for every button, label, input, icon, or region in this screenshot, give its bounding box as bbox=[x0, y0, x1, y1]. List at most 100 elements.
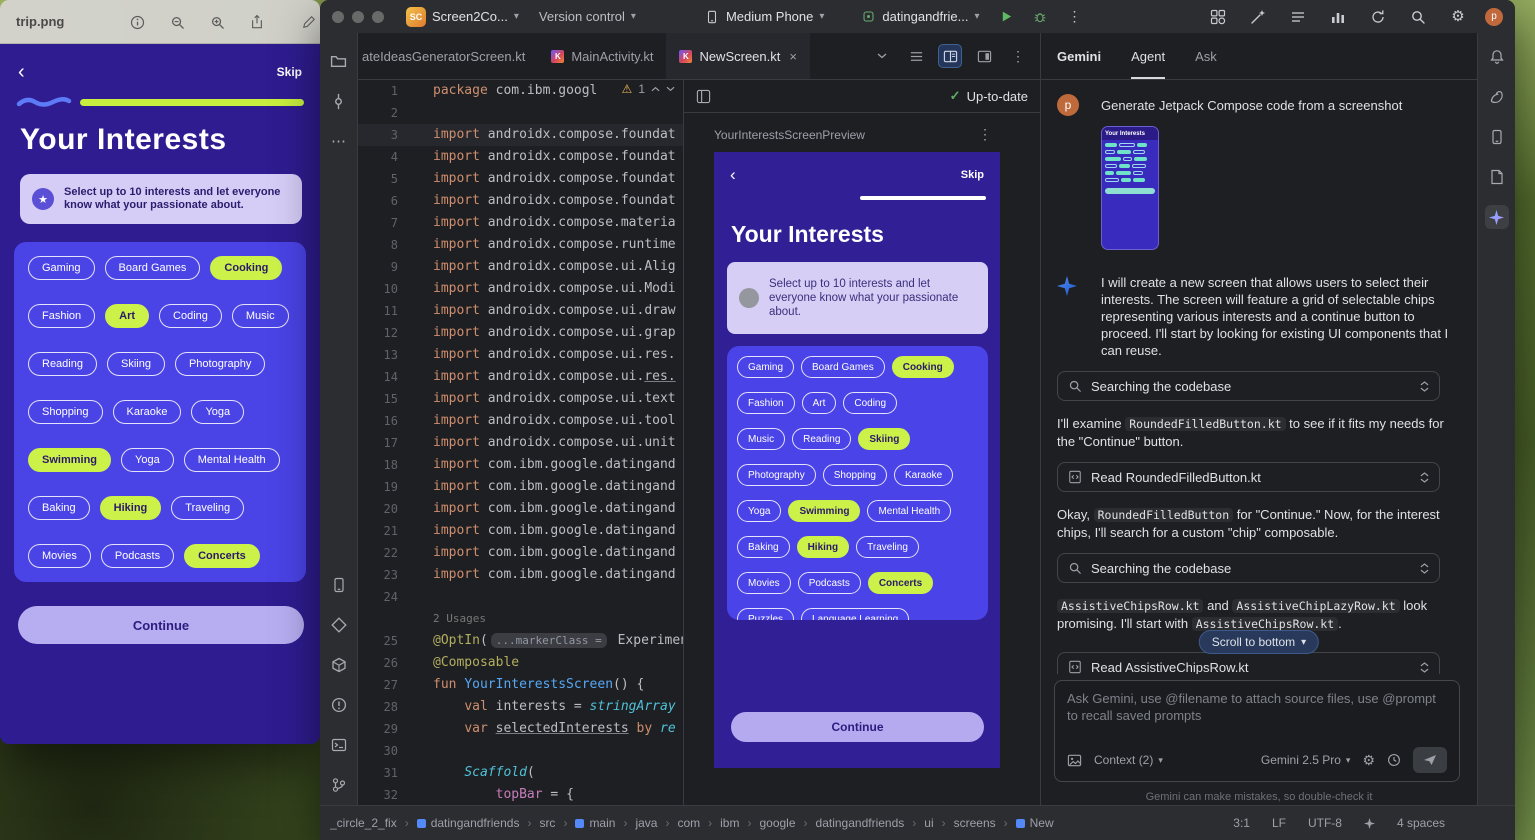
gemini-chat[interactable]: p Generate Jetpack Compose code from a s… bbox=[1041, 80, 1477, 674]
indent-setting[interactable]: 4 spaces bbox=[1397, 816, 1445, 830]
interest-chip: Karaoke bbox=[113, 400, 182, 424]
breadcrumb-item[interactable]: _circle_2_fix bbox=[330, 816, 417, 830]
compose-tools-icon[interactable] bbox=[1205, 5, 1231, 29]
split-editor-icon[interactable] bbox=[938, 44, 962, 68]
context-selector[interactable]: Context (2) ▾ bbox=[1094, 753, 1163, 767]
code-editor[interactable]: ⚠ 1 1package com.ibm.googl23import andro… bbox=[358, 80, 683, 805]
expand-icon[interactable] bbox=[1420, 472, 1429, 483]
tab-agent[interactable]: Agent bbox=[1131, 33, 1165, 79]
debug-button[interactable] bbox=[1027, 5, 1053, 29]
zoom-in-icon[interactable] bbox=[210, 15, 225, 30]
more-actions-icon[interactable]: ⋮ bbox=[1061, 5, 1087, 29]
file-encoding[interactable]: UTF-8 bbox=[1308, 816, 1342, 830]
expand-icon[interactable] bbox=[1420, 662, 1429, 673]
gemini-header: Gemini Agent Ask bbox=[1041, 33, 1477, 80]
user-avatar[interactable]: p bbox=[1485, 8, 1503, 26]
interest-chip: Hiking bbox=[100, 496, 162, 520]
compose-preview-canvas[interactable]: ‹ Skip Your Interests Select up to 10 in… bbox=[714, 152, 1000, 768]
device-manager-tool-icon[interactable] bbox=[1485, 125, 1509, 149]
build-tool-icon[interactable] bbox=[327, 653, 351, 677]
history-icon[interactable] bbox=[1387, 753, 1401, 767]
gradle-tool-icon[interactable] bbox=[1485, 85, 1509, 109]
progress-squiggle bbox=[16, 96, 72, 108]
vcs-widget[interactable]: Version control ▾ bbox=[533, 9, 642, 24]
close-window-button[interactable] bbox=[332, 11, 344, 23]
inspection-widget[interactable]: ⚠ 1 bbox=[620, 82, 677, 96]
tool-step-search-2[interactable]: Searching the codebase bbox=[1057, 553, 1440, 583]
caret-position[interactable]: 3:1 bbox=[1233, 816, 1250, 830]
gemini-input[interactable] bbox=[1067, 690, 1447, 730]
more-tools-icon[interactable]: ⋯ bbox=[327, 129, 351, 153]
app-insights-icon[interactable] bbox=[1325, 5, 1351, 29]
prev-issue-icon[interactable] bbox=[651, 86, 660, 92]
tab-mainactivity[interactable]: K MainActivity.kt bbox=[538, 33, 666, 79]
device-explorer-tool-icon[interactable] bbox=[1485, 165, 1509, 189]
minimize-window-button[interactable] bbox=[352, 11, 364, 23]
commit-tool-icon[interactable] bbox=[327, 89, 351, 113]
breadcrumb-item[interactable]: New bbox=[1016, 816, 1054, 830]
tool-step-read-1[interactable]: Read RoundedFilledButton.kt bbox=[1057, 462, 1440, 492]
next-issue-icon[interactable] bbox=[666, 86, 675, 92]
device-selector[interactable]: Medium Phone ▾ bbox=[698, 5, 830, 29]
breadcrumb-item[interactable]: ui bbox=[924, 816, 953, 830]
line-ending[interactable]: LF bbox=[1272, 816, 1286, 830]
tabs-dropdown-icon[interactable] bbox=[870, 44, 894, 68]
breadcrumb-item[interactable]: java bbox=[635, 816, 677, 830]
tool-step-read-2[interactable]: Read AssistiveChipsRow.kt bbox=[1057, 652, 1440, 674]
checklist-icon[interactable] bbox=[1285, 5, 1311, 29]
editor-list-icon[interactable] bbox=[904, 44, 928, 68]
breadcrumb-item[interactable]: google bbox=[759, 816, 815, 830]
scroll-to-bottom-button[interactable]: Scroll to bottom ▾ bbox=[1199, 630, 1319, 654]
model-selector[interactable]: Gemini 2.5 Pro ▾ bbox=[1261, 753, 1351, 767]
breadcrumb-item[interactable]: screens bbox=[954, 816, 1016, 830]
sync-icon[interactable] bbox=[1365, 5, 1391, 29]
zoom-window-button[interactable] bbox=[372, 11, 384, 23]
attachment-screenshot-thumbnail[interactable]: Your Interests bbox=[1101, 126, 1159, 250]
ai-actions-icon[interactable] bbox=[1245, 5, 1271, 29]
running-devices-tool-icon[interactable] bbox=[327, 573, 351, 597]
terminal-tool-icon[interactable] bbox=[327, 733, 351, 757]
preview-menu-icon[interactable]: ⋮ bbox=[978, 126, 992, 143]
git-tool-icon[interactable] bbox=[327, 773, 351, 797]
project-widget[interactable]: SC Screen2Co... ▾ bbox=[400, 7, 525, 27]
project-tool-icon[interactable] bbox=[327, 49, 351, 73]
search-icon[interactable] bbox=[1405, 5, 1431, 29]
gemini-settings-icon[interactable]: ⚙ bbox=[1362, 753, 1375, 767]
breadcrumb-item[interactable]: ibm bbox=[720, 816, 759, 830]
interest-chip: Shopping bbox=[823, 464, 887, 486]
preview-layout-icon[interactable] bbox=[972, 44, 996, 68]
zoom-out-icon[interactable] bbox=[170, 15, 185, 30]
breadcrumb-item[interactable]: main bbox=[575, 816, 635, 830]
tool-step-search-1[interactable]: Searching the codebase bbox=[1057, 371, 1440, 401]
send-button[interactable] bbox=[1413, 747, 1447, 773]
attach-image-icon[interactable] bbox=[1067, 753, 1082, 768]
editor-more-icon[interactable]: ⋮ bbox=[1006, 44, 1030, 68]
gemini-tool-icon[interactable] bbox=[1485, 205, 1509, 229]
expand-icon[interactable] bbox=[1420, 381, 1429, 392]
share-icon[interactable] bbox=[250, 14, 264, 30]
run-button[interactable] bbox=[993, 5, 1019, 29]
user-message: Generate Jetpack Compose code from a scr… bbox=[1101, 98, 1402, 113]
tab-newscreen[interactable]: K NewScreen.kt × bbox=[666, 33, 810, 79]
breadcrumb-item[interactable]: src bbox=[539, 816, 575, 830]
expand-icon[interactable] bbox=[1420, 563, 1429, 574]
info-card-text: Select up to 10 interests and let everyo… bbox=[769, 277, 976, 319]
markup-icon[interactable] bbox=[302, 0, 316, 44]
run-configuration-selector[interactable]: datingandfrie... ▾ bbox=[854, 5, 985, 29]
code-line: 23import com.ibm.google.datingand bbox=[358, 564, 683, 586]
code-line: 7import androidx.compose.materia bbox=[358, 212, 683, 234]
close-tab-icon[interactable]: × bbox=[789, 49, 797, 64]
tab-ask[interactable]: Ask bbox=[1195, 33, 1217, 79]
info-icon[interactable] bbox=[130, 15, 145, 30]
breadcrumb-item[interactable]: com bbox=[677, 816, 720, 830]
problems-tool-icon[interactable] bbox=[327, 693, 351, 717]
breadcrumb-item[interactable]: datingandfriends bbox=[417, 816, 540, 830]
breadcrumb-item[interactable]: datingandfriends bbox=[816, 816, 925, 830]
ai-status-sparkle-icon[interactable] bbox=[1364, 818, 1375, 829]
resource-manager-tool-icon[interactable] bbox=[327, 613, 351, 637]
settings-icon[interactable]: ⚙ bbox=[1445, 5, 1471, 29]
preview-split-icon[interactable] bbox=[696, 89, 711, 104]
interest-chip: Skiing bbox=[858, 428, 910, 450]
notifications-bell-icon[interactable] bbox=[1485, 45, 1509, 69]
tab-dateideasgeneratorscreen[interactable]: ateIdeasGeneratorScreen.kt bbox=[358, 33, 538, 79]
